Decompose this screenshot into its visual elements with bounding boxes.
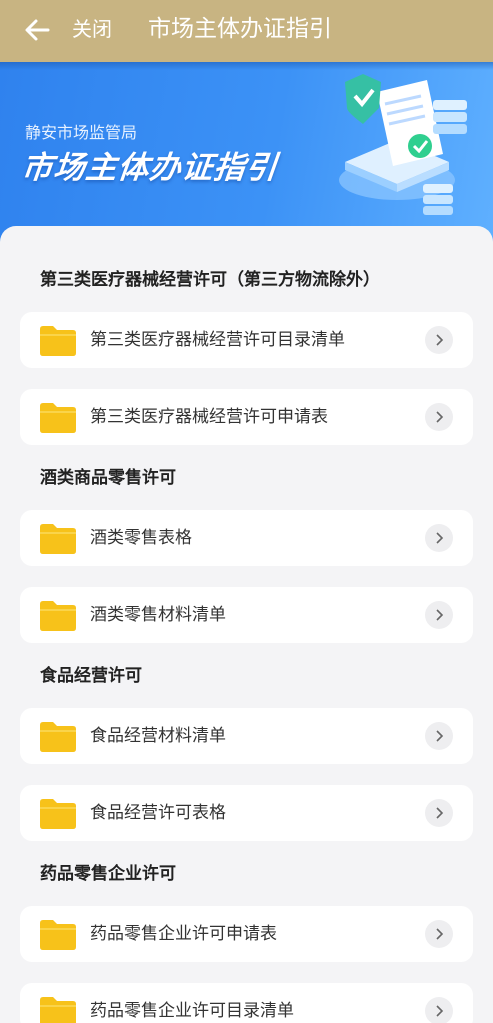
- list-item[interactable]: 酒类零售材料清单: [20, 587, 473, 643]
- list-item[interactable]: 第三类医疗器械经营许可申请表: [20, 389, 473, 445]
- folder-icon: [40, 920, 76, 950]
- list-item-label: 食品经营许可表格: [90, 803, 226, 823]
- folder-icon: [40, 524, 76, 554]
- list-item-label: 药品零售企业许可目录清单: [90, 1001, 294, 1021]
- banner-subtitle: 静安市场监管局: [25, 123, 138, 142]
- chevron-right-icon: [425, 799, 453, 827]
- chevron-right-icon: [425, 326, 453, 354]
- banner-shadow: [0, 62, 493, 70]
- list-item[interactable]: 第三类医疗器械经营许可目录清单: [20, 312, 473, 368]
- folder-icon: [40, 722, 76, 752]
- banner-title: 市场主体办证指引: [19, 150, 280, 186]
- folder-icon: [40, 997, 76, 1023]
- list-item[interactable]: 药品零售企业许可目录清单: [20, 983, 473, 1023]
- chevron-right-icon: [425, 601, 453, 629]
- section-title-food-business: 食品经营许可: [40, 666, 142, 686]
- section-title-medical-devices: 第三类医疗器械经营许可（第三方物流除外）: [40, 270, 380, 290]
- list-item-label: 食品经营材料清单: [90, 726, 226, 746]
- list-item[interactable]: 食品经营材料清单: [20, 708, 473, 764]
- list-item-label: 酒类零售表格: [90, 528, 192, 548]
- list-item-label: 第三类医疗器械经营许可目录清单: [90, 330, 345, 350]
- chevron-right-icon: [425, 722, 453, 750]
- list-item[interactable]: 食品经营许可表格: [20, 785, 473, 841]
- close-button[interactable]: 关闭: [72, 16, 112, 42]
- chevron-right-icon: [425, 920, 453, 948]
- chevron-right-icon: [425, 997, 453, 1023]
- page-title: 市场主体办证指引: [148, 16, 332, 42]
- folder-icon: [40, 799, 76, 829]
- list-item-label: 药品零售企业许可申请表: [90, 924, 277, 944]
- chevron-right-icon: [425, 524, 453, 552]
- section-title-pharmacy-retail: 药品零售企业许可: [40, 864, 176, 884]
- list-item-label: 第三类医疗器械经营许可申请表: [90, 407, 328, 427]
- folder-icon: [40, 326, 76, 356]
- content-panel: 第三类医疗器械经营许可（第三方物流除外） 第三类医疗器械经营许可目录清单 第三类…: [0, 226, 493, 1023]
- list-item[interactable]: 酒类零售表格: [20, 510, 473, 566]
- list-item[interactable]: 药品零售企业许可申请表: [20, 906, 473, 962]
- folder-icon: [40, 403, 76, 433]
- top-bar: 关闭 市场主体办证指引: [0, 0, 493, 62]
- section-title-liquor-retail: 酒类商品零售许可: [40, 468, 176, 488]
- back-arrow-icon[interactable]: [24, 17, 50, 43]
- folder-icon: [40, 601, 76, 631]
- document-illustration-icon: [339, 74, 467, 215]
- list-item-label: 酒类零售材料清单: [90, 605, 226, 625]
- banner: 静安市场监管局 市场主体办证指引: [0, 62, 493, 247]
- chevron-right-icon: [425, 403, 453, 431]
